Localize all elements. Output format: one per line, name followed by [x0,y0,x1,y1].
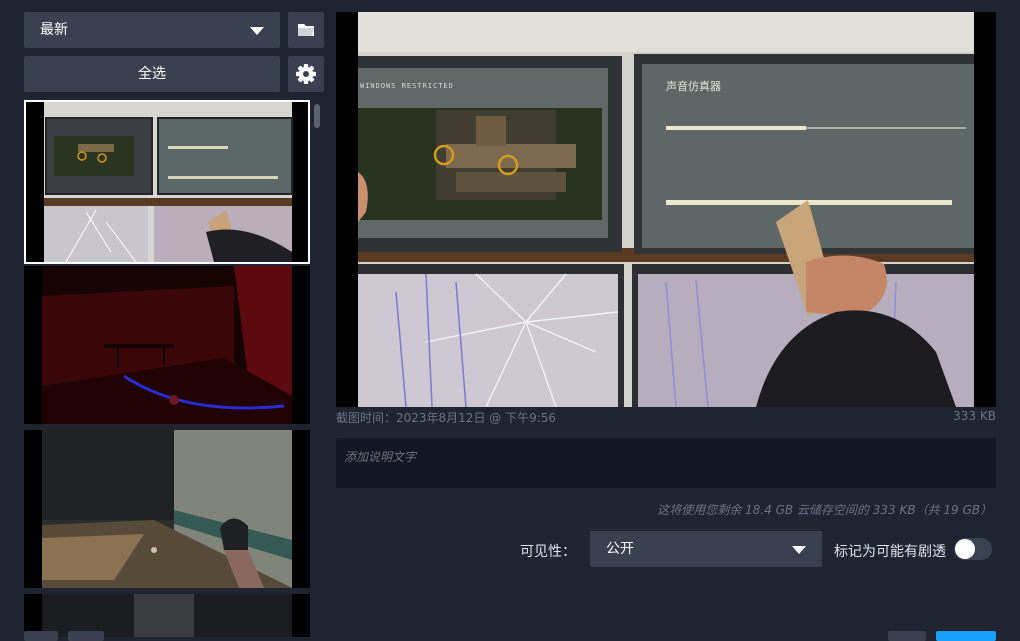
sort-select-value: 最新 [40,22,68,38]
upload-button[interactable] [936,631,996,641]
spoiler-label: 标记为可能有剧透 [834,544,946,560]
screenshot-thumbnail-image [26,102,308,262]
visibility-select-value: 公开 [606,541,634,557]
bottom-right-button[interactable] [888,631,926,641]
thumbnail-scrollbar-thumb[interactable] [314,104,320,128]
chevron-down-icon [250,27,264,35]
visibility-label: 可见性： [520,544,576,560]
caption-input[interactable] [336,438,996,488]
spoiler-toggle[interactable] [954,538,992,560]
screenshot-thumbnail-image [24,594,310,637]
screenshot-preview-image: WINDOWS RESTRICTED 声音仿真器 [336,12,996,407]
chevron-down-icon [792,546,806,554]
cloud-storage-note: 这将使用您剩余 18.4 GB 云储存空间的 333 KB（共 19 GB） [657,503,992,517]
select-all-button[interactable]: 全选 [24,56,280,92]
screenshot-thumbnail-list[interactable] [24,100,312,637]
screenshot-timestamp: 截图时间：2023年8月12日 @ 下午9:56 [336,411,557,425]
right-screen-title: 声音仿真器 [666,79,721,93]
open-folder-button[interactable] [288,12,324,48]
bottom-left-button[interactable] [24,631,58,641]
screenshot-thumbnail-image [24,430,310,588]
spoiler-toggle-knob [955,539,975,559]
thumbnail-scrollbar-track[interactable] [313,100,321,637]
thumbnail-item[interactable] [24,430,310,588]
gear-icon [296,64,316,84]
left-screen-title: WINDOWS RESTRICTED [360,82,454,90]
settings-button[interactable] [288,56,324,92]
sort-select[interactable]: 最新 [24,12,280,48]
thumbnail-item[interactable] [24,266,310,424]
screenshot-file-size: 333 KB [953,409,996,423]
thumbnail-item[interactable] [24,100,310,264]
screenshot-thumbnail-image [24,266,310,424]
bottom-left-button[interactable] [68,631,104,641]
thumbnail-item[interactable] [24,594,310,637]
folder-icon [298,24,314,36]
visibility-select[interactable]: 公开 [590,531,822,567]
screenshot-preview: WINDOWS RESTRICTED 声音仿真器 [336,12,996,407]
